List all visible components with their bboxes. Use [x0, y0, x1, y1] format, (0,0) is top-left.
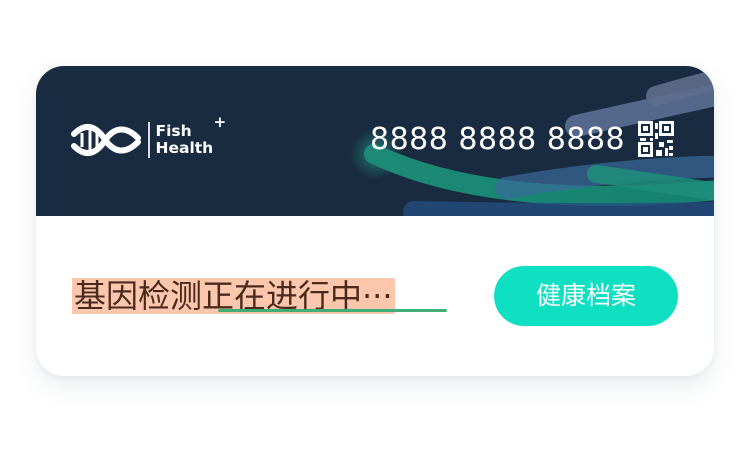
status-underline — [218, 309, 447, 312]
fish-health-logo: Fish + Health — [70, 115, 227, 160]
logo-divider — [148, 122, 150, 158]
phone-number: 8888 8888 8888 — [370, 122, 626, 157]
brand-name: Fish + Health — [155, 115, 227, 157]
member-card: Fish + Health 8888 8888 8888 基因检测正在进行中··… — [36, 66, 714, 376]
health-record-button[interactable]: 健康档案 — [494, 266, 678, 326]
dna-fish-logo-icon — [71, 124, 141, 156]
brand-name-fish: Fish — [155, 122, 192, 140]
card-body: 基因检测正在进行中··· 健康档案 — [36, 216, 714, 376]
card-header: Fish + Health 8888 8888 8888 — [36, 66, 714, 216]
brand-plus-mark: + — [213, 113, 227, 131]
qr-code-icon[interactable] — [638, 121, 674, 157]
brand-name-line1: Fish + — [155, 115, 227, 140]
brand-name-health: Health — [155, 139, 214, 157]
